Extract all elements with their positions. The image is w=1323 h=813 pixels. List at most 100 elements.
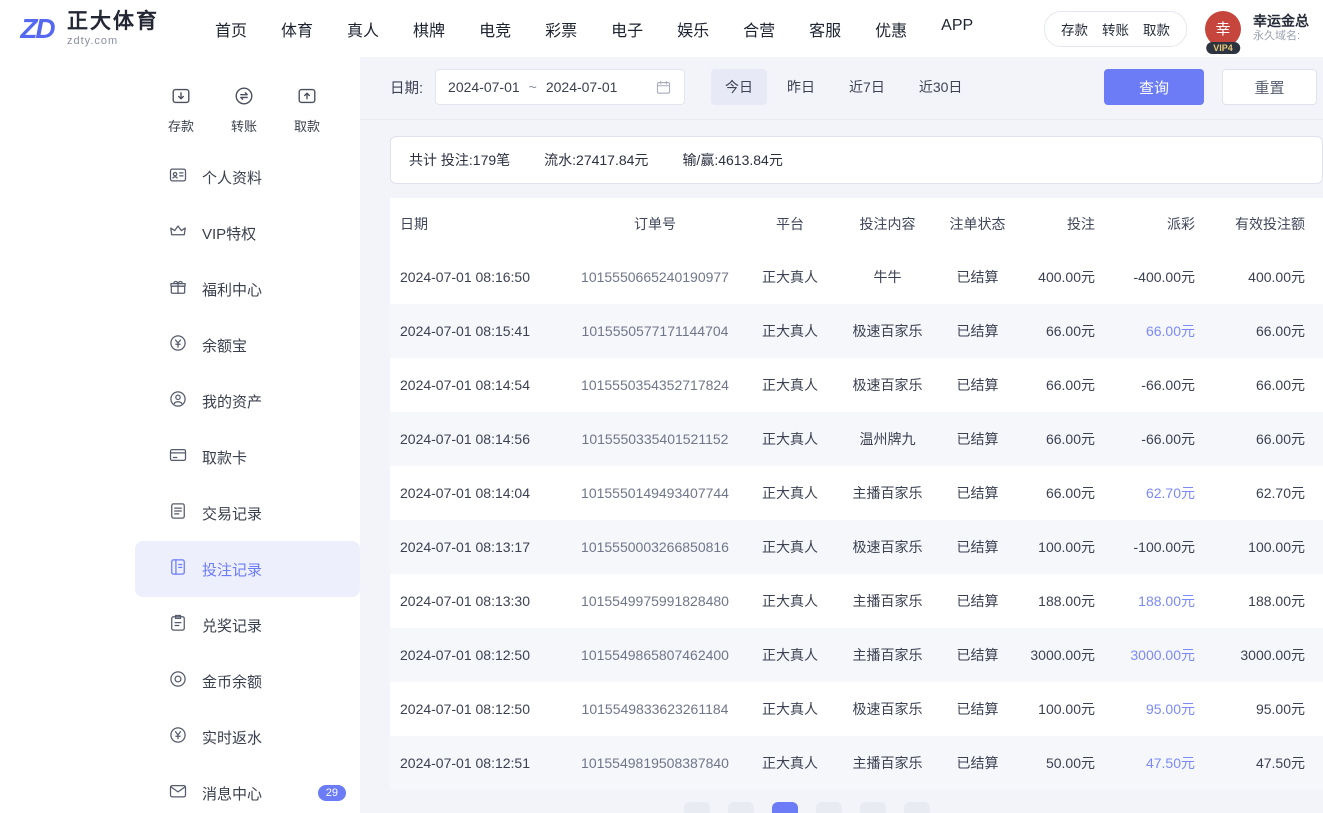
unread-count-badge: 29 [317,785,346,801]
cell-valid: 188.00元 [1248,593,1305,609]
page-button-0[interactable] [683,802,710,813]
cell-payout: 62.70元 [1145,485,1195,501]
column-bet: 投注 [1067,216,1095,232]
nav-item-3[interactable]: 棋牌 [413,17,445,41]
user-domain-label: 永久域名: [1253,30,1301,43]
range-button-今日[interactable]: 今日 [711,69,768,105]
avatar[interactable]: 幸 VIP4 [1205,10,1241,54]
nav-item-0[interactable]: 首页 [215,17,247,41]
cell-order: 1015549819508387840 [581,755,729,771]
cell-payout: -100.00元 [1133,539,1195,555]
nav-item-8[interactable]: 合营 [743,17,775,41]
cell-order: 1015550577171144704 [581,323,729,339]
nav-item-9[interactable]: 客服 [809,17,841,41]
cell-platform: 正大真人 [762,269,818,285]
cell-order: 1015550335401521152 [581,431,729,447]
cell-payout: 66.00元 [1145,323,1195,339]
cell-valid: 400.00元 [1248,269,1305,285]
sidebar-item-label: 个人资料 [202,169,263,187]
table-row: 2024-07-01 08:16:50 1015550665240190977 正大… [390,250,1323,304]
nav-item-11[interactable]: APP [941,17,973,41]
sidebar-item-vip[interactable]: VIP特权 [135,205,360,261]
table-row: 2024-07-01 08:13:30 1015549975991828480 正大… [390,574,1323,628]
cell-status: 已结算 [956,485,999,501]
page-button-4[interactable] [859,802,886,813]
summary-bar: 共计 投注:179笔 流水:27417.84元 输/赢:4613.84元 [390,136,1323,184]
withdraw-icon [296,85,318,110]
user-name: 幸运金总 [1253,12,1309,29]
nav-item-7[interactable]: 娱乐 [677,17,709,41]
cell-bet: 66.00元 [1045,431,1095,447]
cell-content: 主播百家乐 [852,755,923,771]
cell-content: 极速百家乐 [852,323,923,339]
sidebar-item-transactions[interactable]: 交易记录 [135,485,360,541]
table-row: 2024-07-01 08:14:54 1015550354352717824 正大… [390,358,1323,412]
table-row: 2024-07-01 08:14:04 1015550149493407744 正大… [390,466,1323,520]
sidebar-item-bet-records[interactable]: 投注记录 [135,541,360,597]
quick-withdraw-button[interactable]: 取款 [294,85,320,135]
page-button-2[interactable] [771,802,798,813]
cell-platform: 正大真人 [762,377,818,393]
cell-order: 1015550354352717824 [581,377,729,393]
page-button-5[interactable] [903,802,930,813]
cell-status: 已结算 [956,755,999,771]
search-button[interactable]: 查询 [1104,69,1204,105]
reset-button[interactable]: 重置 [1222,69,1317,105]
sidebar-item-coin-balance[interactable]: 金币余额 [135,653,360,709]
brand-text: 正大体育 zdty.com [67,10,159,46]
cell-status: 已结算 [956,593,999,609]
page-button-3[interactable] [815,802,842,813]
nav-item-2[interactable]: 真人 [347,17,379,41]
cell-platform: 正大真人 [762,593,818,609]
header-row: 日期 订单号 平台 投注内容 注单状态 投注 派彩 有效投注额 [390,198,1323,250]
topbar-deposit-link[interactable]: 存款 [1061,19,1088,39]
transactions-icon [168,501,188,525]
range-button-昨日[interactable]: 昨日 [773,69,829,105]
nav-item-6[interactable]: 电子 [611,17,643,41]
nav-item-4[interactable]: 电竞 [479,17,511,41]
sidebar-item-withdraw-card[interactable]: 取款卡 [135,429,360,485]
sidebar-item-messages[interactable]: 消息中心 29 [135,765,360,813]
page-button-1[interactable] [727,802,754,813]
sidebar: 存款 转账 取款 个人资料 VIP特权 福利中心 余额宝 我的资产 取款卡 交易记录 投注记录 兑奖… [0,57,360,813]
calendar-icon[interactable] [655,79,672,96]
topbar-transfer-link[interactable]: 转账 [1102,19,1129,39]
cell-status: 已结算 [956,431,999,447]
nav-item-1[interactable]: 体育 [281,17,313,41]
column-content: 投注内容 [859,216,916,232]
quick-transfer-button[interactable]: 转账 [231,85,257,135]
cell-valid: 95.00元 [1255,701,1305,717]
cell-bet: 100.00元 [1038,701,1095,717]
message-icon [168,781,188,805]
cell-bet: 66.00元 [1045,485,1095,501]
sidebar-menu: 个人资料 VIP特权 福利中心 余额宝 我的资产 取款卡 交易记录 投注记录 兑奖记录 金币余额实… [135,149,360,813]
sidebar-item-redeem-records[interactable]: 兑奖记录 [135,597,360,653]
column-status: 注单状态 [949,216,1006,232]
sidebar-item-rebate[interactable]: 实时返水 [135,709,360,765]
quick-deposit-button[interactable]: 存款 [168,85,194,135]
date-range-input[interactable]: 2024-07-01 ~ 2024-07-01 [435,69,686,105]
range-button-近30日[interactable]: 近30日 [905,69,977,105]
date-end-value: 2024-07-01 [545,79,618,95]
cell-date: 2024-07-01 08:16:50 [400,269,530,285]
nav-item-5[interactable]: 彩票 [545,17,577,41]
sidebar-item-balance-treasure[interactable]: 余额宝 [135,317,360,373]
cell-order: 1015549833623261184 [581,701,729,717]
topbar-withdraw-link[interactable]: 取款 [1143,19,1170,39]
navbar-right: 存款 转账 取款 幸 VIP4 幸运金总 永久域名: [1044,10,1313,54]
sidebar-item-profile[interactable]: 个人资料 [135,149,360,205]
cell-content: 牛牛 [873,269,902,285]
range-button-近7日[interactable]: 近7日 [835,69,899,105]
brand-logo[interactable]: ZD 正大体育 zdty.com [15,9,159,49]
welfare-icon [168,277,188,301]
cell-date: 2024-07-01 08:12:50 [400,701,530,717]
app: ZD 正大体育 zdty.com 首页 体育 真人 棋牌 电竞 彩票 电子 娱乐 合营 客服 优惠 A… [0,0,1323,813]
sidebar-item-assets[interactable]: 我的资产 [135,373,360,429]
cell-payout: 47.50元 [1145,755,1195,771]
sidebar-inner: 存款 转账 取款 个人资料 VIP特权 福利中心 余额宝 我的资产 取款卡 交易记录 投注记录 兑奖… [135,57,360,813]
sidebar-item-welfare[interactable]: 福利中心 [135,261,360,317]
wallet-quick-actions: 存款 转账 取款 [1044,10,1187,47]
nav-item-10[interactable]: 优惠 [875,17,907,41]
cell-date: 2024-07-01 08:13:30 [400,593,530,609]
cell-date: 2024-07-01 08:14:04 [400,485,530,501]
